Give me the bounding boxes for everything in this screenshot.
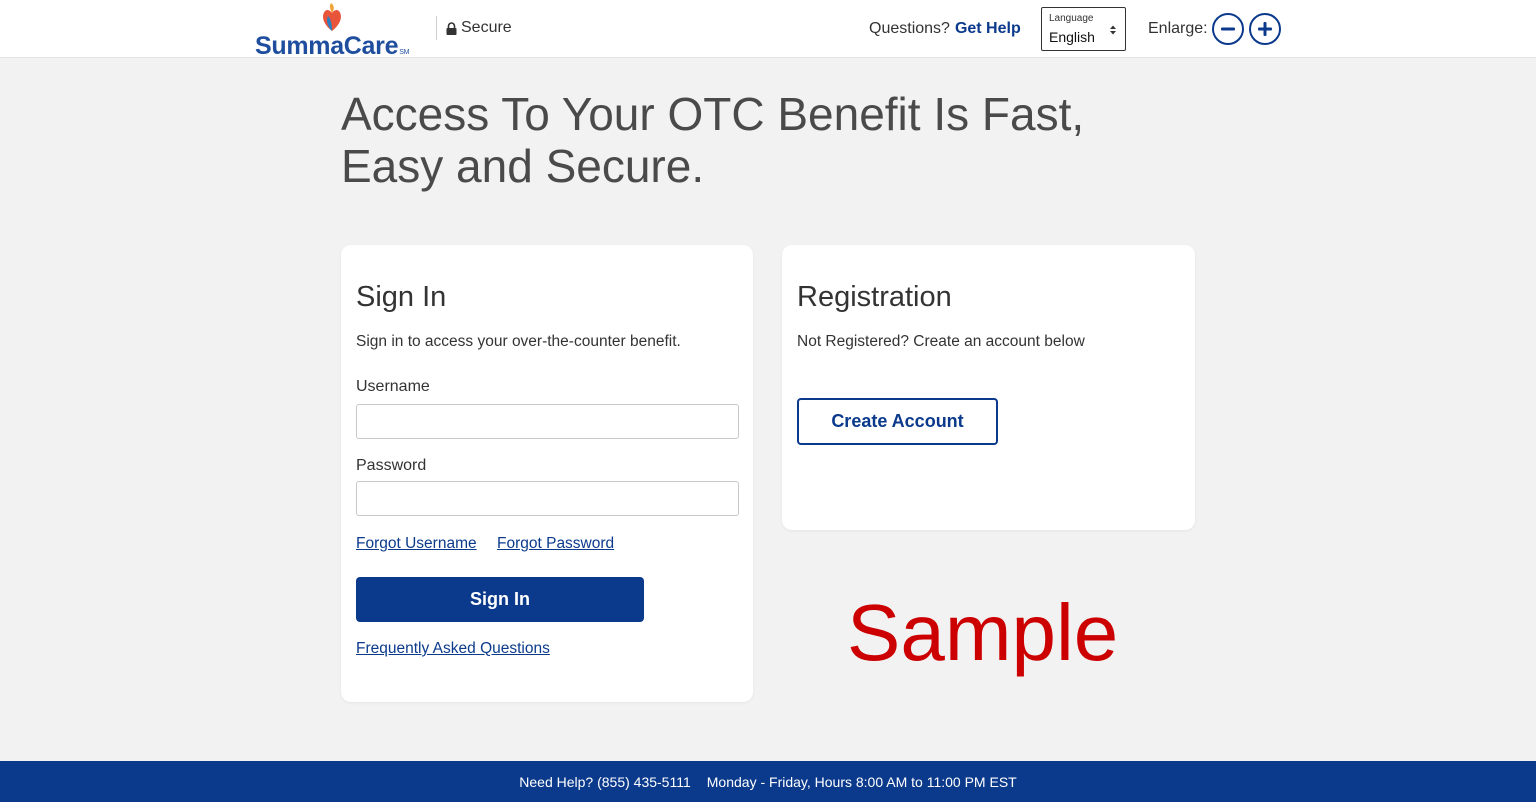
language-select[interactable]: Language English	[1041, 7, 1126, 51]
enlarge-label: Enlarge:	[1148, 20, 1208, 37]
logo-wordmark: SummaCareSM	[255, 32, 410, 60]
page-title: Access To Your OTC Benefit Is Fast, Easy…	[341, 88, 1241, 192]
page-title-line-1: Access To Your OTC Benefit Is Fast,	[341, 88, 1085, 140]
secure-label: Secure	[461, 19, 512, 36]
logo-icon	[323, 3, 341, 31]
username-input[interactable]	[356, 404, 739, 439]
site-header: SummaCareSM Secure Questions? Get Help La…	[0, 0, 1536, 60]
language-value: English	[1049, 29, 1095, 45]
registration-card: Registration Not Registered? Create an a…	[782, 245, 1195, 530]
footer-hours: Monday - Friday, Hours 8:00 AM to 11:00 …	[706, 773, 1017, 790]
site-footer: Need Help? (855) 435-5111 Monday - Frida…	[0, 761, 1536, 802]
username-label: Username	[356, 378, 430, 395]
help-prompt: Questions? Get Help	[869, 20, 1021, 38]
forgot-password-link[interactable]: Forgot Password	[497, 535, 614, 553]
select-arrows-icon	[1110, 25, 1116, 35]
get-help-link[interactable]: Get Help	[955, 20, 1021, 37]
create-account-button[interactable]: Create Account	[797, 398, 998, 445]
faq-link[interactable]: Frequently Asked Questions	[356, 640, 550, 658]
summacare-logo[interactable]: SummaCareSM	[255, 2, 425, 60]
sign-in-card: Sign In Sign in to access your over-the-…	[341, 245, 753, 702]
zoom-out-button[interactable]	[1212, 13, 1244, 45]
header-divider	[436, 16, 437, 40]
registration-title: Registration	[797, 281, 952, 313]
help-prefix: Questions?	[869, 20, 950, 37]
sign-in-button[interactable]: Sign In	[356, 577, 644, 622]
sample-watermark: Sample	[847, 588, 1119, 677]
language-label: Language	[1049, 13, 1094, 24]
secure-indicator: Secure	[446, 19, 512, 37]
plus-icon	[1258, 22, 1272, 36]
page-title-line-2: Easy and Secure.	[341, 140, 705, 192]
minus-icon	[1221, 27, 1235, 31]
sign-in-title: Sign In	[356, 281, 447, 313]
password-input[interactable]	[356, 481, 739, 516]
footer-help-phone: Need Help? (855) 435-5111	[519, 773, 691, 790]
forgot-username-link[interactable]: Forgot Username	[356, 535, 477, 553]
lock-icon	[446, 21, 457, 35]
sign-in-subtitle: Sign in to access your over-the-counter …	[356, 333, 681, 350]
password-label: Password	[356, 457, 427, 474]
zoom-in-button[interactable]	[1249, 13, 1281, 45]
registration-subtitle: Not Registered? Create an account below	[797, 333, 1085, 350]
